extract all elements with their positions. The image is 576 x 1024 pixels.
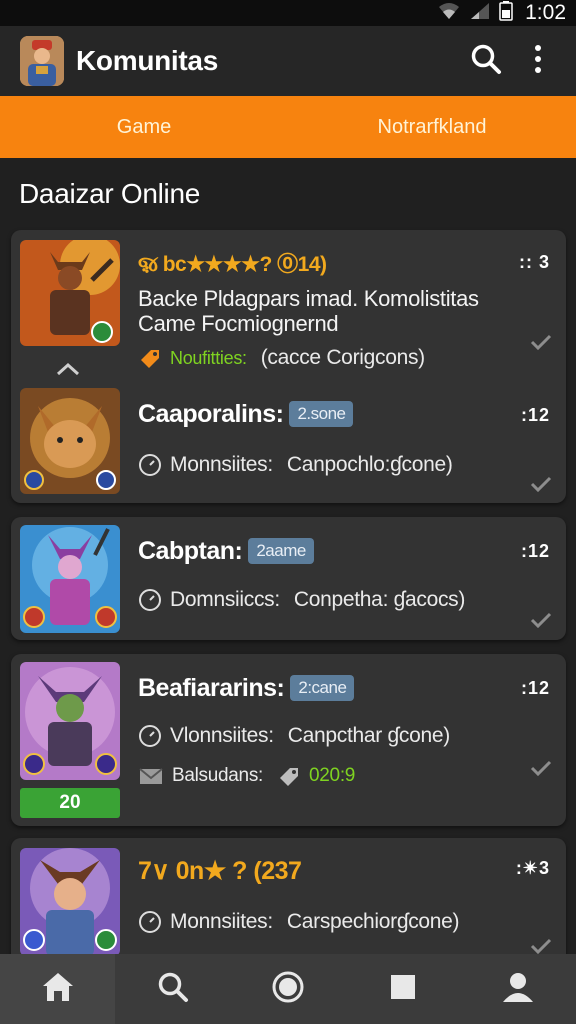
game-thumbnail[interactable] (20, 388, 120, 494)
more-vertical-icon (533, 44, 543, 79)
tag-icon (138, 346, 162, 370)
score-bar: 20 (20, 788, 120, 818)
member-badge: 2aame (248, 538, 314, 564)
meta-label: Vlonnsiites: (170, 724, 274, 747)
battery-icon (499, 0, 513, 26)
more-button[interactable]: :12 (521, 678, 550, 699)
meta-label: Monnsiites: (170, 910, 273, 933)
game-thumbnail[interactable] (20, 848, 120, 956)
app-bar: Komunitas (0, 26, 576, 96)
meta-value: Conpetha: ɠacocs) (293, 588, 466, 611)
nav-circle[interactable] (230, 954, 345, 1024)
game-thumbnail[interactable] (20, 240, 120, 346)
community-title: Cabptan: 2aame (138, 537, 314, 566)
nav-home[interactable] (0, 954, 116, 1024)
meta-label: Domnsiiccs: (170, 588, 280, 611)
check-icon[interactable] (530, 334, 552, 355)
bottom-navigation (0, 954, 576, 1024)
card-description-line1: Backe Pldagpars imad. Komolistitas (138, 286, 479, 311)
meta-label: Monnsiites: (170, 453, 273, 476)
tag-icon (277, 764, 301, 788)
rating-text: 7∨ 0n★ ? (237 (138, 857, 302, 885)
community-title: Beafiararins: 2:cane (138, 674, 355, 703)
meta-line: Noufitties: (cacce Corigcons) (138, 346, 425, 370)
card-description-line2: Came Focmiognernd (138, 311, 339, 336)
community-title: Caaporalins: 2.sone (138, 400, 354, 429)
community-card[interactable]: ૹ bc★★★★? ⓪14) :: 3 Backe Pldagpars imad… (11, 230, 566, 503)
more-button[interactable]: :12 (521, 405, 550, 426)
tab-game[interactable]: Game (0, 116, 288, 139)
tab-notrarfkland[interactable]: Notrarfkland (288, 116, 576, 139)
clock-icon (138, 453, 162, 477)
meta-line: Monnsiites: Canpochlo:ɠcone) (138, 453, 453, 477)
envelope-icon (138, 765, 164, 787)
chevron-up-icon[interactable] (55, 361, 81, 382)
status-bar: 1:02 (0, 0, 576, 26)
meta-line: Monnsiites: Carspechiorɠcone) (138, 910, 460, 934)
meta-value: Carspechiorɠcone) (286, 910, 460, 933)
app-logo[interactable] (20, 36, 64, 86)
nav-square[interactable] (346, 954, 461, 1024)
app-title: Komunitas (76, 45, 218, 76)
meta-label: Noufitties: (170, 347, 247, 368)
game-thumbnail[interactable] (20, 662, 120, 780)
check-icon[interactable] (530, 476, 552, 497)
profile-icon (501, 970, 535, 1009)
status-time: 1:02 (525, 1, 566, 24)
member-badge: 2.sone (289, 401, 354, 427)
meta-line-secondary: Balsudans: 020:9 (138, 764, 355, 788)
nav-profile[interactable] (461, 954, 576, 1024)
meta-line: Vlonnsiites: Canpcthar ɠcone) (138, 724, 450, 748)
search-icon (157, 971, 189, 1008)
more-button[interactable]: :✴3 (516, 858, 550, 879)
meta-value: Canpochlo:ɠcone) (286, 453, 453, 476)
clock-icon (138, 588, 162, 612)
overflow-menu-button[interactable] (516, 39, 560, 83)
square-icon (389, 973, 417, 1006)
rating-text: ૹ bc★★★★? ⓪14) (138, 253, 327, 276)
clock-icon (138, 724, 162, 748)
search-button[interactable] (464, 39, 508, 83)
wifi-icon (437, 2, 461, 25)
tab-bar: Game Notrarfkland (0, 96, 576, 158)
community-card[interactable]: 20 Beafiararins: 2:cane :12 Vlonnsiites: … (11, 654, 566, 826)
search-icon (470, 43, 502, 80)
member-badge: 2:cane (290, 675, 355, 701)
meta-value: Canpcthar ɠcone) (287, 724, 450, 747)
community-card[interactable]: Cabptan: 2aame :12 Domnsiiccs: Conpetha: … (11, 517, 566, 640)
meta-value: (cacce Corigcons) (260, 346, 425, 369)
clock-icon (138, 910, 162, 934)
more-button[interactable]: :12 (521, 541, 550, 562)
meta-label: Balsudans: (172, 765, 264, 786)
nav-search[interactable] (115, 954, 230, 1024)
check-icon[interactable] (530, 760, 552, 781)
signal-icon (469, 2, 491, 25)
section-title: Daaizar Online (19, 178, 200, 209)
circle-icon (271, 970, 305, 1009)
home-icon (41, 971, 75, 1008)
meta-line: Domnsiiccs: Conpetha: ɠacocs) (138, 588, 465, 612)
check-icon[interactable] (530, 612, 552, 633)
game-thumbnail[interactable] (20, 525, 120, 633)
meta-value: 020:9 (309, 765, 356, 786)
more-button[interactable]: :: 3 (519, 252, 550, 273)
